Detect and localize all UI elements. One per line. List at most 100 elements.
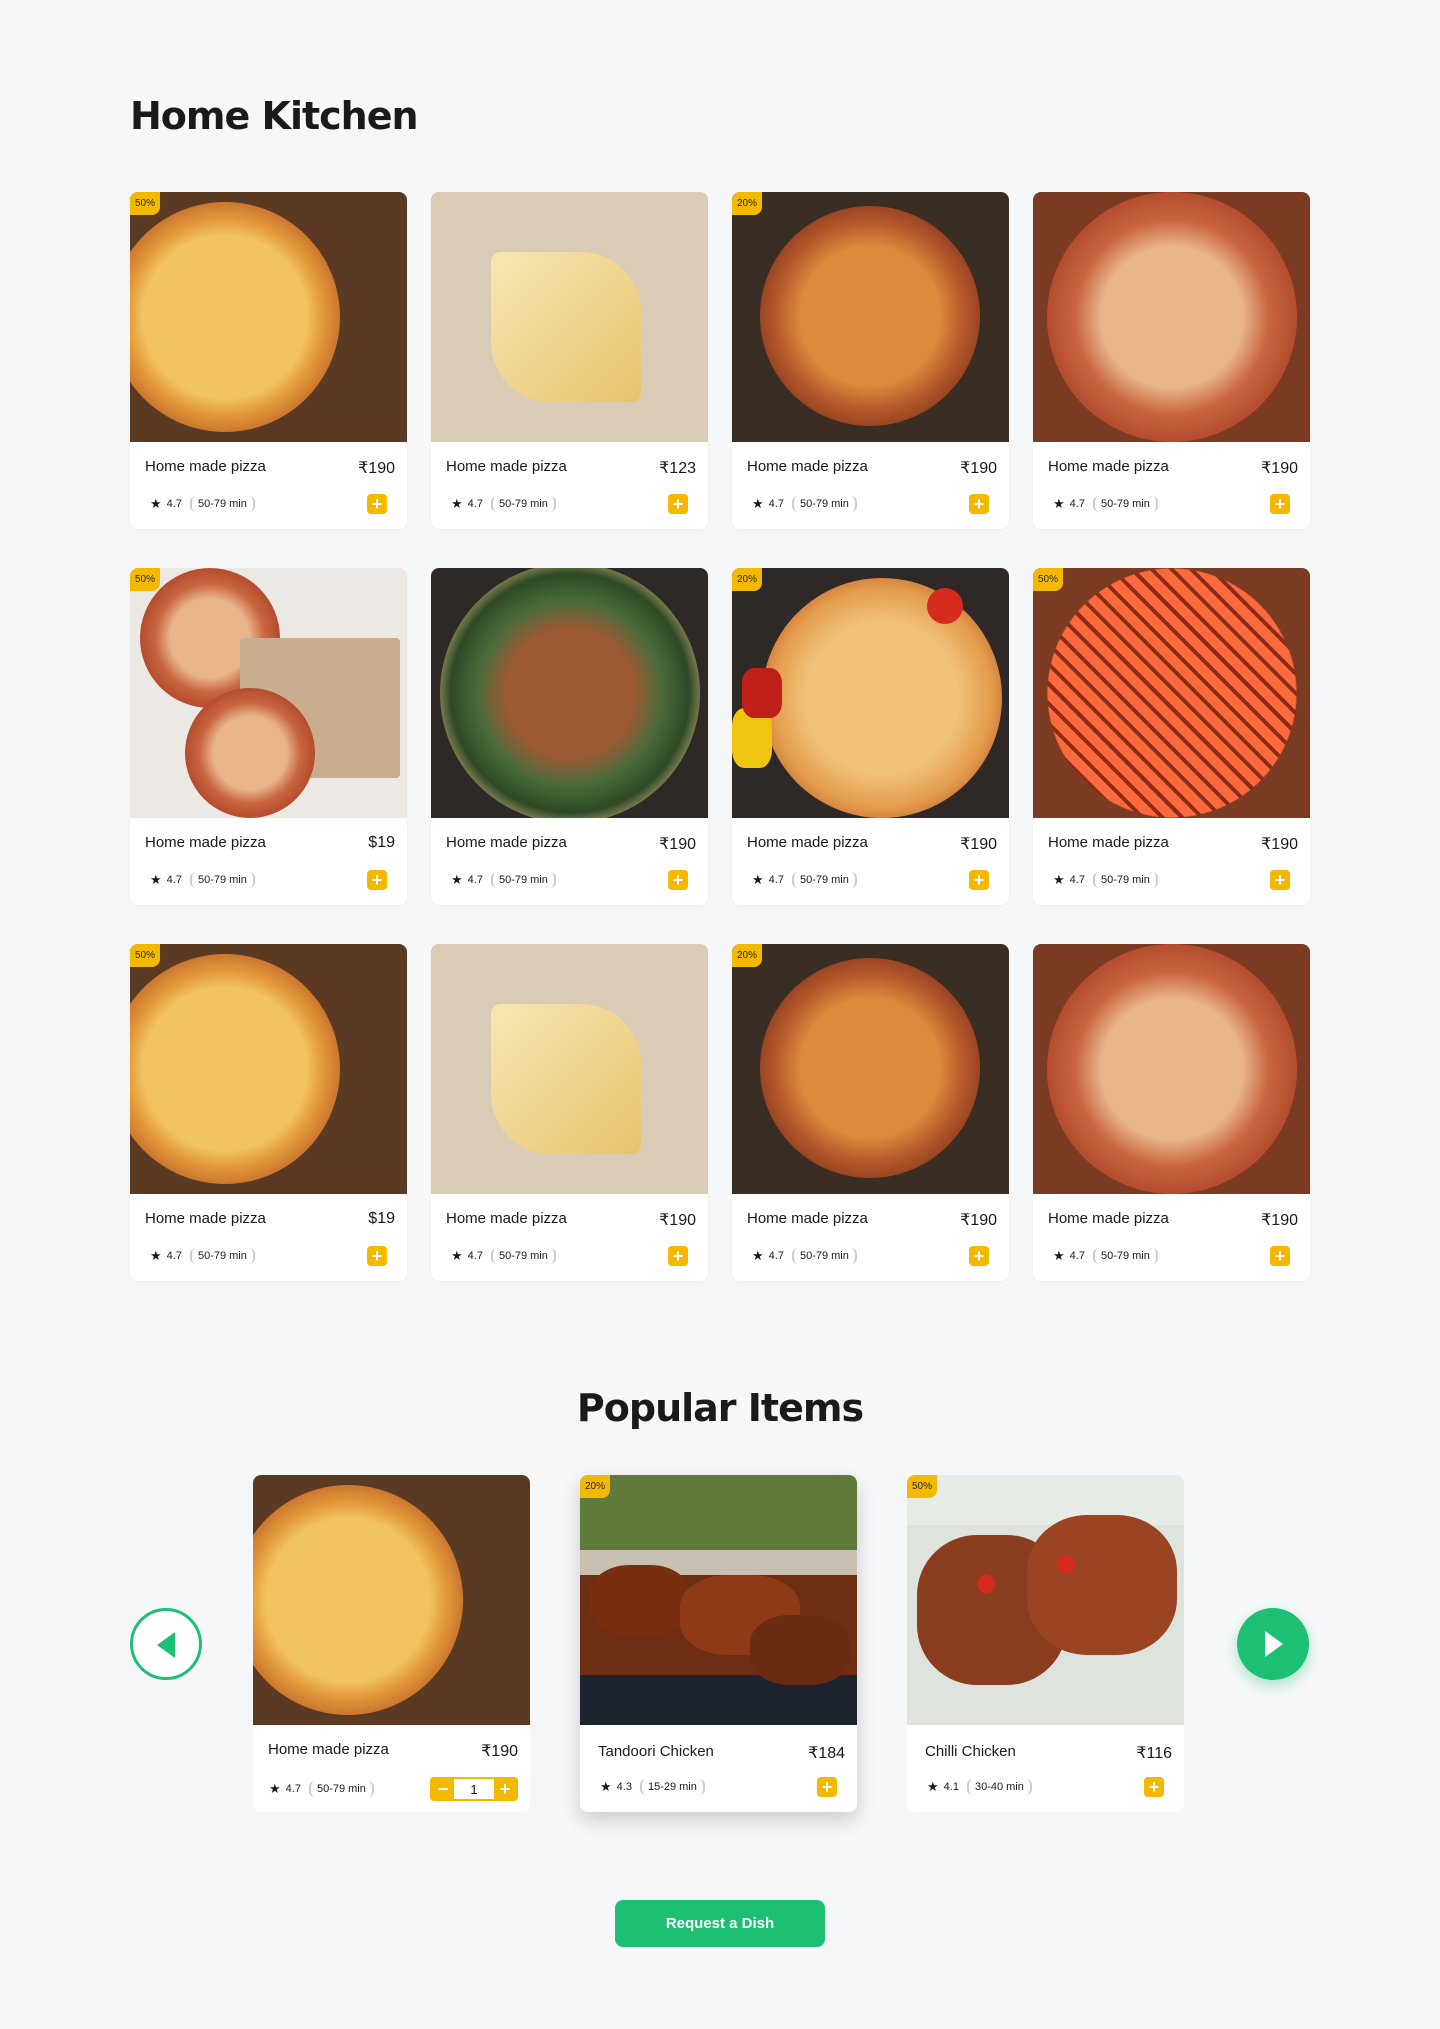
food-card[interactable]: 20% Home made pizza ₹190 ★ 4.7 50-79 min +: [732, 192, 1009, 529]
popular-card[interactable]: 20% Tandoori Chicken ₹184 ★ 4.3 15-29 min +: [580, 1475, 857, 1812]
quantity-value[interactable]: 1: [454, 1782, 494, 1797]
food-card[interactable]: Home made pizza ₹123 ★ 4.7 50-79 min +: [431, 192, 708, 529]
food-card[interactable]: 20% Home made pizza ₹190 ★ 4.7 50-79 min +: [732, 944, 1009, 1281]
food-image: [431, 192, 708, 442]
rating: 4.7: [467, 874, 483, 886]
delivery-time: 15-29 min: [639, 1779, 705, 1795]
add-to-cart-button[interactable]: +: [367, 870, 387, 890]
discount-badge: 20%: [732, 192, 763, 215]
food-card[interactable]: 50% Home made pizza ₹190 ★ 4.7 50-79 min +: [130, 192, 407, 529]
delivery-time: 50-79 min: [189, 872, 255, 888]
food-image: [431, 568, 708, 818]
delivery-time: 50-79 min: [1092, 1248, 1158, 1264]
food-price: ₹190: [659, 1212, 696, 1229]
delivery-time: 50-79 min: [308, 1781, 374, 1797]
food-name: Home made pizza: [446, 834, 567, 851]
food-image: [253, 1475, 530, 1725]
star-icon: ★: [752, 1248, 764, 1263]
delivery-time: 50-79 min: [1092, 496, 1158, 512]
add-to-cart-button[interactable]: +: [367, 1246, 387, 1266]
delivery-time: 50-79 min: [189, 496, 255, 512]
add-to-cart-button[interactable]: +: [1144, 1777, 1164, 1797]
rating: 4.1: [943, 1781, 959, 1793]
delivery-time: 50-79 min: [791, 496, 857, 512]
carousel-next-button[interactable]: [1237, 1608, 1309, 1680]
food-card[interactable]: 50% Home made pizza $19 ★ 4.7 50-79 min +: [130, 944, 407, 1281]
food-price: ₹116: [1136, 1745, 1172, 1762]
food-name: Home made pizza: [1048, 834, 1169, 851]
quantity-stepper: −1 +: [430, 1777, 518, 1801]
food-name: Home made pizza: [145, 1210, 266, 1227]
food-price: $19: [368, 834, 395, 851]
food-price: ₹123: [659, 460, 696, 477]
add-to-cart-button[interactable]: +: [1270, 870, 1290, 890]
food-card[interactable]: 50% Home made pizza $19 ★ 4.7 50-79 min +: [130, 568, 407, 905]
food-name: Tandoori Chicken: [598, 1743, 714, 1760]
section-title-popular: Popular Items: [576, 1386, 864, 1430]
rating: 4.7: [768, 498, 784, 510]
add-to-cart-button[interactable]: +: [969, 494, 989, 514]
food-image: 50%: [130, 944, 407, 1194]
star-icon: ★: [451, 496, 463, 511]
carousel-prev-button[interactable]: [130, 1608, 202, 1680]
food-price: ₹190: [960, 460, 997, 477]
star-icon: ★: [752, 872, 764, 887]
discount-badge: 20%: [580, 1475, 611, 1498]
food-image: 50%: [130, 192, 407, 442]
add-to-cart-button[interactable]: +: [969, 1246, 989, 1266]
delivery-time: 50-79 min: [490, 1248, 556, 1264]
food-price: ₹190: [1261, 460, 1298, 477]
minus-button[interactable]: −: [432, 1779, 454, 1799]
food-card[interactable]: Home made pizza ₹190 ★ 4.7 50-79 min +: [1033, 192, 1310, 529]
food-price: ₹184: [808, 1745, 845, 1762]
food-price: ₹190: [1261, 836, 1298, 853]
food-card[interactable]: 50% Home made pizza ₹190 ★ 4.7 50-79 min +: [1033, 568, 1310, 905]
star-icon: ★: [600, 1779, 612, 1794]
food-image: 50%: [130, 568, 407, 818]
food-image: 20%: [732, 568, 1009, 818]
add-to-cart-button[interactable]: +: [817, 1777, 837, 1797]
rating: 4.7: [1069, 1250, 1085, 1262]
food-image: [431, 944, 708, 1194]
section-title-home-kitchen: Home Kitchen: [130, 94, 419, 138]
delivery-time: 50-79 min: [490, 872, 556, 888]
popular-card[interactable]: 50% Chilli Chicken ₹116 ★ 4.1 30-40 min +: [907, 1475, 1184, 1812]
food-image: 20%: [732, 944, 1009, 1194]
add-to-cart-button[interactable]: +: [1270, 494, 1290, 514]
request-dish-button[interactable]: Request a Dish: [615, 1900, 825, 1947]
star-icon: ★: [451, 1248, 463, 1263]
food-price: ₹190: [960, 1212, 997, 1229]
add-to-cart-button[interactable]: +: [969, 870, 989, 890]
rating: 4.7: [467, 498, 483, 510]
food-image: 20%: [732, 192, 1009, 442]
rating: 4.7: [285, 1783, 301, 1795]
food-card[interactable]: 20% Home made pizza ₹190 ★ 4.7 50-79 min +: [732, 568, 1009, 905]
add-to-cart-button[interactable]: +: [668, 494, 688, 514]
food-card[interactable]: Home made pizza ₹190 ★ 4.7 50-79 min +: [431, 944, 708, 1281]
discount-badge: 50%: [1033, 568, 1064, 591]
food-image: 50%: [907, 1475, 1184, 1725]
popular-card[interactable]: Home made pizza ₹190 ★ 4.7 50-79 min −1 +: [253, 1475, 530, 1812]
star-icon: ★: [1053, 496, 1065, 511]
discount-badge: 50%: [130, 192, 161, 215]
food-card[interactable]: Home made pizza ₹190 ★ 4.7 50-79 min +: [1033, 944, 1310, 1281]
add-to-cart-button[interactable]: +: [1270, 1246, 1290, 1266]
add-to-cart-button[interactable]: +: [668, 1246, 688, 1266]
plus-button[interactable]: +: [494, 1779, 516, 1799]
rating: 4.7: [1069, 874, 1085, 886]
food-price: ₹190: [960, 836, 997, 853]
food-name: Home made pizza: [747, 1210, 868, 1227]
food-card[interactable]: Home made pizza ₹190 ★ 4.7 50-79 min +: [431, 568, 708, 905]
food-name: Home made pizza: [1048, 1210, 1169, 1227]
star-icon: ★: [927, 1779, 939, 1794]
food-image: 20%: [580, 1475, 857, 1725]
discount-badge: 20%: [732, 568, 763, 591]
home-kitchen-grid: 50% Home made pizza ₹190 ★ 4.7 50-79 min + H…: [130, 192, 1310, 1281]
add-to-cart-button[interactable]: +: [668, 870, 688, 890]
food-image: [1033, 192, 1310, 442]
add-to-cart-button[interactable]: +: [367, 494, 387, 514]
rating: 4.7: [1069, 498, 1085, 510]
rating: 4.7: [166, 498, 182, 510]
rating: 4.7: [166, 1250, 182, 1262]
rating: 4.7: [467, 1250, 483, 1262]
